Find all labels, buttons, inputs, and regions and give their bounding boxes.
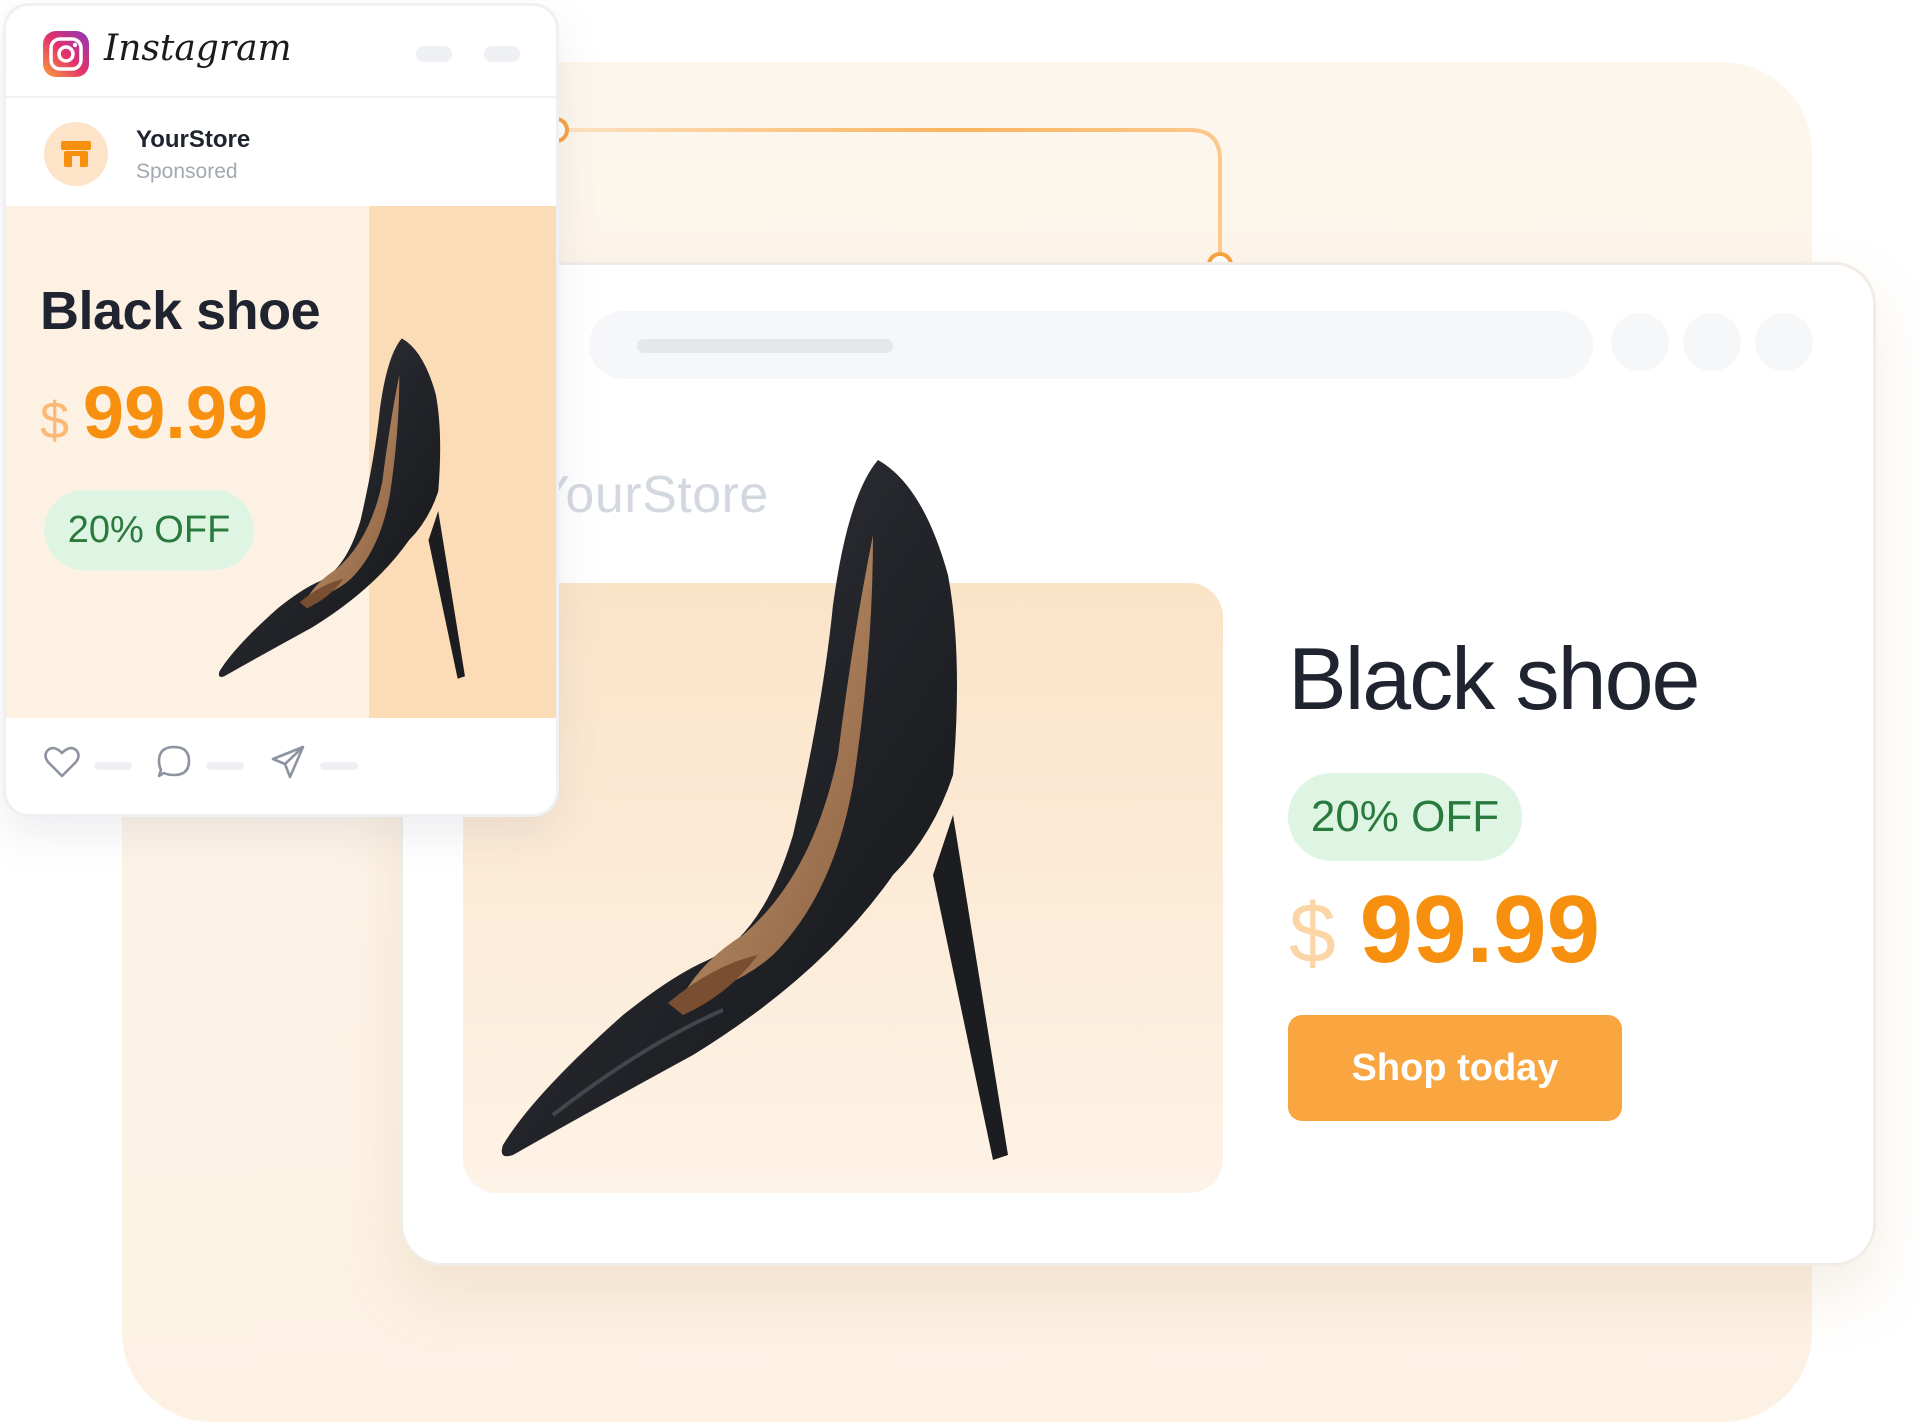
instagram-ad-card: Instagram YourStore Sponsored Black shoe… xyxy=(3,3,559,817)
landing-page-window: YourStore Black shoe 20% OFF $99.99 Shop… xyxy=(400,262,1876,1266)
post-price: $99.99 xyxy=(40,370,268,455)
heart-icon[interactable] xyxy=(42,742,82,782)
product-title: Black shoe xyxy=(1288,629,1700,728)
comment-count-placeholder xyxy=(206,762,244,770)
window-control-1[interactable] xyxy=(1611,313,1669,371)
price: $99.99 xyxy=(1289,875,1600,985)
like-count-placeholder xyxy=(94,762,132,770)
post-product-title: Black shoe xyxy=(40,281,321,341)
shop-today-button[interactable]: Shop today xyxy=(1288,1015,1622,1121)
address-bar[interactable] xyxy=(589,311,1593,379)
post-price-amount: 99.99 xyxy=(82,371,269,454)
discount-badge: 20% OFF xyxy=(1288,773,1522,861)
post-discount-badge: 20% OFF xyxy=(44,490,254,570)
product-image xyxy=(501,460,1008,1160)
currency-symbol: $ xyxy=(1289,886,1336,980)
sponsored-label: Sponsored xyxy=(136,160,238,183)
header-placeholder-2 xyxy=(484,46,520,62)
ad-post-image[interactable]: Black shoe $99.99 20% OFF xyxy=(6,206,556,718)
instagram-wordmark: Instagram xyxy=(104,28,292,69)
window-control-3[interactable] xyxy=(1755,313,1813,371)
instagram-logo-icon xyxy=(43,31,89,77)
comment-icon[interactable] xyxy=(154,742,194,782)
send-icon[interactable] xyxy=(268,742,308,782)
header-placeholder-1 xyxy=(416,46,452,62)
post-currency-symbol: $ xyxy=(40,392,69,450)
account-name[interactable]: YourStore xyxy=(136,126,250,154)
post-actions xyxy=(6,718,556,814)
instagram-header: Instagram xyxy=(6,6,556,98)
url-placeholder-line xyxy=(637,339,893,353)
store-icon xyxy=(61,141,91,167)
share-count-placeholder xyxy=(320,762,358,770)
window-control-2[interactable] xyxy=(1683,313,1741,371)
price-amount: 99.99 xyxy=(1359,876,1600,983)
store-avatar[interactable] xyxy=(44,122,108,186)
